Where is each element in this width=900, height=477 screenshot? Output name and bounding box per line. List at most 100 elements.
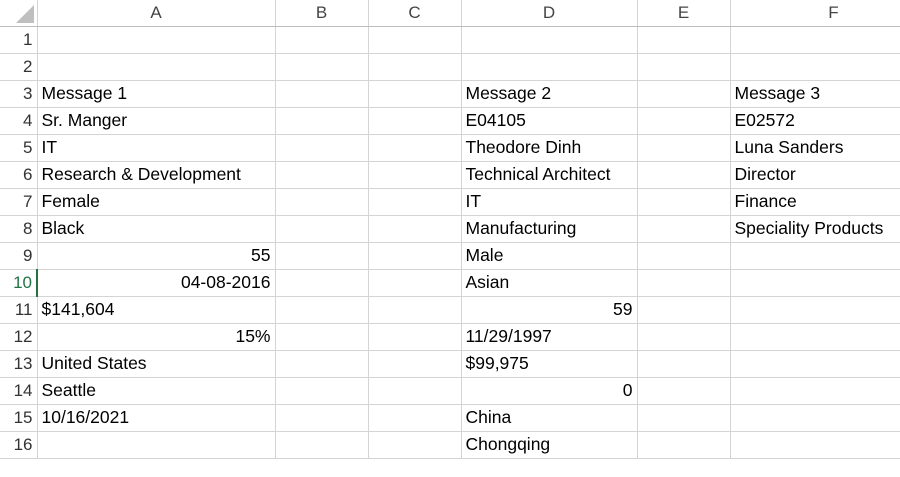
cell-d11[interactable]: 59	[461, 296, 638, 324]
row-header[interactable]: 6	[0, 161, 38, 189]
column-header-d[interactable]: D	[461, 0, 638, 27]
cell-b11[interactable]	[275, 296, 369, 324]
cell-c11[interactable]	[368, 296, 462, 324]
cell-c12[interactable]	[368, 323, 462, 351]
row-header[interactable]: 13	[0, 350, 38, 378]
cell-c3[interactable]	[368, 80, 462, 108]
cell-e16[interactable]	[637, 431, 731, 459]
cell-e14[interactable]	[637, 377, 731, 405]
cell-c4[interactable]	[368, 107, 462, 135]
cell-d14[interactable]: 0	[461, 377, 638, 405]
cell-f6[interactable]: Director	[730, 161, 900, 189]
cell-b14[interactable]	[275, 377, 369, 405]
cell-f14[interactable]	[730, 377, 900, 405]
cell-e13[interactable]	[637, 350, 731, 378]
cell-f9[interactable]	[730, 242, 900, 270]
cell-e5[interactable]	[637, 134, 731, 162]
cell-f13[interactable]	[730, 350, 900, 378]
column-header-b[interactable]: B	[275, 0, 369, 27]
cell-e8[interactable]	[637, 215, 731, 243]
column-header-f[interactable]: F	[730, 0, 900, 27]
cell-e2[interactable]	[637, 53, 731, 81]
row-header[interactable]: 3	[0, 80, 38, 108]
cell-a14[interactable]: Seattle	[37, 377, 276, 405]
cell-f10[interactable]	[730, 269, 900, 297]
cell-f2[interactable]	[730, 53, 900, 81]
column-header-a[interactable]: A	[37, 0, 276, 27]
row-header[interactable]: 15	[0, 404, 38, 432]
column-header-c[interactable]: C	[368, 0, 462, 27]
cell-e11[interactable]	[637, 296, 731, 324]
cell-f1[interactable]	[730, 26, 900, 54]
cell-d7[interactable]: IT	[461, 188, 638, 216]
cell-d2[interactable]	[461, 53, 638, 81]
cell-d12[interactable]: 11/29/1997	[461, 323, 638, 351]
cell-b9[interactable]	[275, 242, 369, 270]
cell-a3[interactable]: Message 1	[37, 80, 276, 108]
cell-e7[interactable]	[637, 188, 731, 216]
cell-d16[interactable]: Chongqing	[461, 431, 638, 459]
cell-a16[interactable]	[37, 431, 276, 459]
cell-d6[interactable]: Technical Architect	[461, 161, 638, 189]
cell-f16[interactable]	[730, 431, 900, 459]
cell-b13[interactable]	[275, 350, 369, 378]
row-header[interactable]: 10	[0, 269, 38, 297]
cell-a12[interactable]: 15%	[37, 323, 276, 351]
row-header[interactable]: 1	[0, 26, 38, 54]
cell-d4[interactable]: E04105	[461, 107, 638, 135]
cell-c7[interactable]	[368, 188, 462, 216]
cell-f3[interactable]: Message 3	[730, 80, 900, 108]
row-header[interactable]: 11	[0, 296, 38, 324]
row-header[interactable]: 8	[0, 215, 38, 243]
cell-f12[interactable]	[730, 323, 900, 351]
row-header[interactable]: 14	[0, 377, 38, 405]
cell-f7[interactable]: Finance	[730, 188, 900, 216]
select-all-corner[interactable]	[0, 0, 38, 27]
cell-e4[interactable]	[637, 107, 731, 135]
spreadsheet-grid[interactable]: A B C D E F 1 2 3 Message 1 Message 2 Message…	[0, 0, 900, 477]
row-header[interactable]: 5	[0, 134, 38, 162]
cell-b4[interactable]	[275, 107, 369, 135]
cell-d10[interactable]: Asian	[461, 269, 638, 297]
cell-c1[interactable]	[368, 26, 462, 54]
cell-b10[interactable]	[275, 269, 369, 297]
row-header[interactable]: 9	[0, 242, 38, 270]
cell-f4[interactable]: E02572	[730, 107, 900, 135]
cell-a5[interactable]: IT	[37, 134, 276, 162]
cell-d9[interactable]: Male	[461, 242, 638, 270]
cell-f11[interactable]	[730, 296, 900, 324]
cell-c10[interactable]	[368, 269, 462, 297]
cell-e1[interactable]	[637, 26, 731, 54]
cell-b5[interactable]	[275, 134, 369, 162]
cell-a2[interactable]	[37, 53, 276, 81]
cell-c9[interactable]	[368, 242, 462, 270]
cell-c8[interactable]	[368, 215, 462, 243]
cell-a13[interactable]: United States	[37, 350, 276, 378]
cell-d15[interactable]: China	[461, 404, 638, 432]
cell-d3[interactable]: Message 2	[461, 80, 638, 108]
cell-a10[interactable]: 04-08-2016	[37, 269, 276, 297]
cell-a6[interactable]: Research & Development	[37, 161, 276, 189]
cell-b8[interactable]	[275, 215, 369, 243]
cell-e12[interactable]	[637, 323, 731, 351]
cell-e15[interactable]	[637, 404, 731, 432]
cell-a11[interactable]: $141,604	[37, 296, 276, 324]
cell-c6[interactable]	[368, 161, 462, 189]
cell-f15[interactable]	[730, 404, 900, 432]
row-header[interactable]: 7	[0, 188, 38, 216]
cell-b7[interactable]	[275, 188, 369, 216]
cell-a8[interactable]: Black	[37, 215, 276, 243]
cell-f8[interactable]: Speciality Products	[730, 215, 900, 243]
cell-a1[interactable]	[37, 26, 276, 54]
cell-c14[interactable]	[368, 377, 462, 405]
cell-e3[interactable]	[637, 80, 731, 108]
row-header[interactable]: 16	[0, 431, 38, 459]
cell-b6[interactable]	[275, 161, 369, 189]
cell-f5[interactable]: Luna Sanders	[730, 134, 900, 162]
cell-c15[interactable]	[368, 404, 462, 432]
cell-c13[interactable]	[368, 350, 462, 378]
cell-b3[interactable]	[275, 80, 369, 108]
cell-e9[interactable]	[637, 242, 731, 270]
cell-c16[interactable]	[368, 431, 462, 459]
cell-b12[interactable]	[275, 323, 369, 351]
